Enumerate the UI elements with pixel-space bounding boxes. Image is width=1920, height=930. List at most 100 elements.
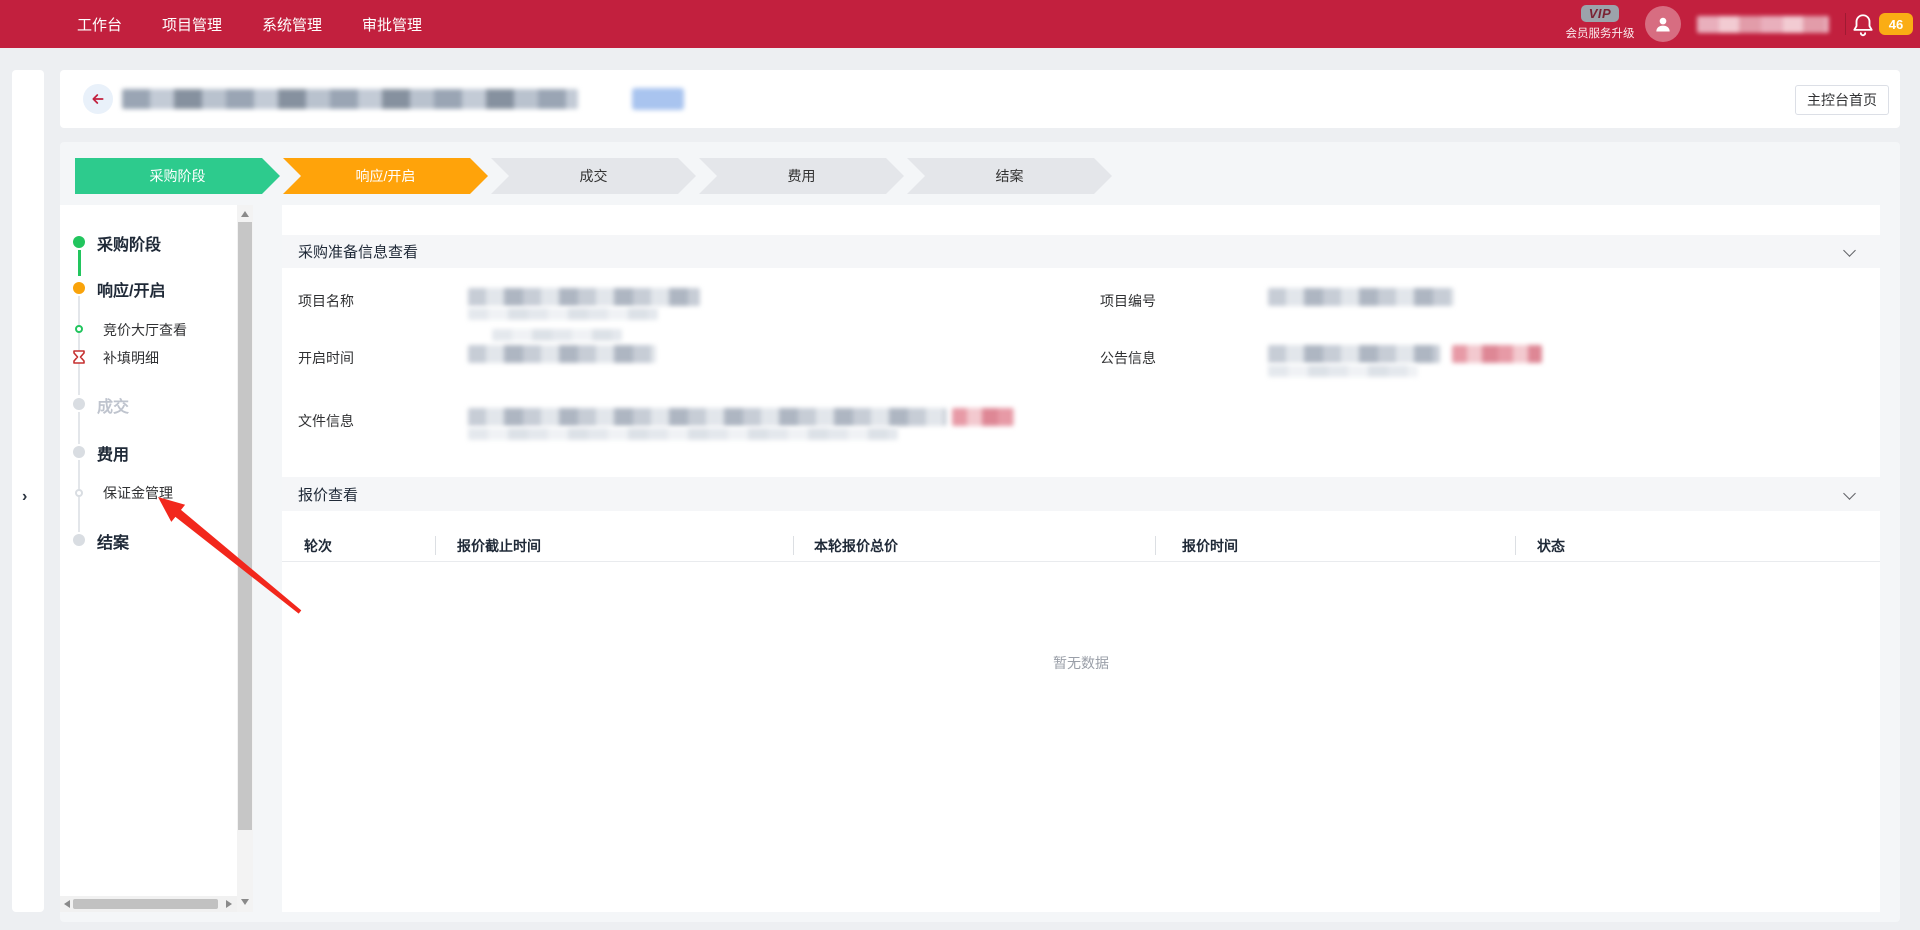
redacted-announcement-line2 <box>1268 365 1418 377</box>
col-quote-time: 报价时间 <box>1182 536 1238 556</box>
sidebar-item-close-case[interactable]: 结案 <box>97 529 129 553</box>
col-round-total: 本轮报价总价 <box>814 536 898 556</box>
sidebar-vertical-scrollbar[interactable] <box>237 205 253 912</box>
nav-item-system-management[interactable]: 系统管理 <box>262 14 322 35</box>
hourglass-icon <box>73 350 85 364</box>
column-divider <box>435 536 436 555</box>
step-close[interactable]: 结案 <box>907 158 1112 194</box>
page-title-redacted <box>122 89 578 109</box>
field-label-project-number: 项目编号 <box>1100 291 1156 311</box>
collapse-strip: › <box>12 70 44 912</box>
sidebar-item-bidding-hall[interactable]: 竞价大厅查看 <box>103 320 187 340</box>
sidebar-item-procurement[interactable]: 采购阶段 <box>97 231 161 255</box>
sidebar-item-deposit-management[interactable]: 保证金管理 <box>103 483 173 503</box>
notification-badge: 46 <box>1879 13 1913 35</box>
step-fee[interactable]: 费用 <box>699 158 904 194</box>
empty-data-text: 暂无数据 <box>282 653 1880 673</box>
scroll-up-arrow[interactable] <box>241 211 249 217</box>
sidebar-item-deal[interactable]: 成交 <box>97 393 129 417</box>
quote-panel-header[interactable]: 报价查看 <box>282 477 1880 511</box>
arrow-left-icon <box>90 91 106 107</box>
content-card: 采购阶段 响应/开启 成交 费用 结案 采购阶段 响应/开启 竞价大厅查看 <box>60 142 1900 922</box>
step-procurement[interactable]: 采购阶段 <box>75 158 280 194</box>
sidebar-label: 结案 <box>97 535 129 552</box>
timeline-line <box>78 412 80 444</box>
redacted-open-time-line0 <box>492 329 622 341</box>
main-content: 采购准备信息查看 项目名称 项目编号 开启时间 公告信息 文件信息 报价查看 轮… <box>282 205 1880 912</box>
sidebar-label: 保证金管理 <box>103 485 173 501</box>
col-status: 状态 <box>1537 536 1565 556</box>
redacted-project-number <box>1268 288 1454 306</box>
redacted-announcement-link[interactable] <box>1452 345 1542 363</box>
chevron-down-icon[interactable] <box>1843 244 1856 257</box>
field-label-open-time: 开启时间 <box>298 348 354 368</box>
sidebar-horizontal-scrollbar[interactable] <box>60 896 237 912</box>
sidebar-label: 竞价大厅查看 <box>103 322 187 338</box>
step-deal[interactable]: 成交 <box>491 158 696 194</box>
stage-dot-pending <box>73 446 85 458</box>
redacted-open-time <box>468 345 656 363</box>
sub-ring-green-icon <box>75 325 83 333</box>
sidebar-label: 采购阶段 <box>97 237 161 254</box>
redacted-project-name <box>468 288 700 306</box>
field-label-file-info: 文件信息 <box>298 411 354 431</box>
nav-menu: 工作台 项目管理 系统管理 审批管理 <box>77 0 422 48</box>
sidebar-label: 费用 <box>97 447 129 464</box>
column-divider <box>793 536 794 555</box>
stage-dot-active <box>73 282 85 294</box>
console-home-button[interactable]: 主控台首页 <box>1795 85 1889 115</box>
sidebar-item-response-open[interactable]: 响应/开启 <box>97 277 165 301</box>
vip-upgrade[interactable]: VIP 会员服务升级 <box>1560 5 1640 41</box>
column-divider <box>1515 536 1516 555</box>
redacted-file-info <box>468 408 946 426</box>
scroll-right-arrow[interactable] <box>226 900 232 908</box>
timeline-line-done <box>78 250 81 276</box>
sidebar-item-fee[interactable]: 费用 <box>97 441 129 465</box>
redacted-announcement <box>1268 345 1440 363</box>
field-label-project-name: 项目名称 <box>298 291 354 311</box>
scroll-down-arrow[interactable] <box>241 899 249 905</box>
bell-icon[interactable] <box>1850 12 1876 38</box>
username-redacted[interactable] <box>1697 16 1829 33</box>
back-button[interactable] <box>83 84 113 114</box>
nav-item-workbench[interactable]: 工作台 <box>77 14 122 35</box>
col-round: 轮次 <box>304 536 332 556</box>
page-header-bar: 主控台首页 <box>60 70 1900 128</box>
vip-icon: VIP <box>1581 5 1619 22</box>
stage-dot-done <box>73 236 85 248</box>
scroll-left-arrow[interactable] <box>64 900 70 908</box>
stage-sidebar: 采购阶段 响应/开启 竞价大厅查看 补填明细 成交 费用 <box>60 205 253 912</box>
sub-ring-gray-icon <box>75 489 83 497</box>
prep-panel-header[interactable]: 采购准备信息查看 <box>282 235 1880 268</box>
vip-caption: 会员服务升级 <box>1560 25 1640 41</box>
scrollbar-thumb[interactable] <box>238 222 252 830</box>
nav-divider <box>1845 13 1846 35</box>
column-divider <box>1155 536 1156 555</box>
sidebar-label: 成交 <box>97 399 129 416</box>
chevron-down-icon[interactable] <box>1843 487 1856 500</box>
redacted-file-info-line2 <box>468 428 898 440</box>
quote-table-header: 轮次 报价截止时间 本轮报价总价 报价时间 状态 <box>282 529 1880 562</box>
sidebar-item-supplement-detail[interactable]: 补填明细 <box>103 348 159 368</box>
sidebar-label: 响应/开启 <box>97 283 165 300</box>
sidebar-label: 补填明细 <box>103 350 159 366</box>
redacted-project-name-line2 <box>468 308 658 320</box>
scrollbar-thumb[interactable] <box>73 899 218 909</box>
top-navbar: 工作台 项目管理 系统管理 审批管理 VIP 会员服务升级 46 <box>0 0 1920 48</box>
col-quote-deadline: 报价截止时间 <box>457 536 541 556</box>
nav-item-project-management[interactable]: 项目管理 <box>162 14 222 35</box>
user-avatar[interactable] <box>1645 6 1681 42</box>
person-icon <box>1653 14 1673 34</box>
nav-item-approval-management[interactable]: 审批管理 <box>362 14 422 35</box>
timeline-line <box>78 296 80 395</box>
expand-chevron-icon[interactable]: › <box>22 488 27 506</box>
redacted-file-link[interactable] <box>952 408 1014 426</box>
prep-panel-title: 采购准备信息查看 <box>282 241 418 262</box>
quote-panel-title: 报价查看 <box>282 484 358 505</box>
stage-stepper: 采购阶段 响应/开启 成交 费用 结案 <box>75 158 1112 194</box>
stage-dot-pending <box>73 534 85 546</box>
step-response-open[interactable]: 响应/开启 <box>283 158 488 194</box>
field-label-announcement: 公告信息 <box>1100 348 1156 368</box>
stage-dot-disabled <box>73 398 85 410</box>
status-badge-redacted <box>632 88 684 110</box>
